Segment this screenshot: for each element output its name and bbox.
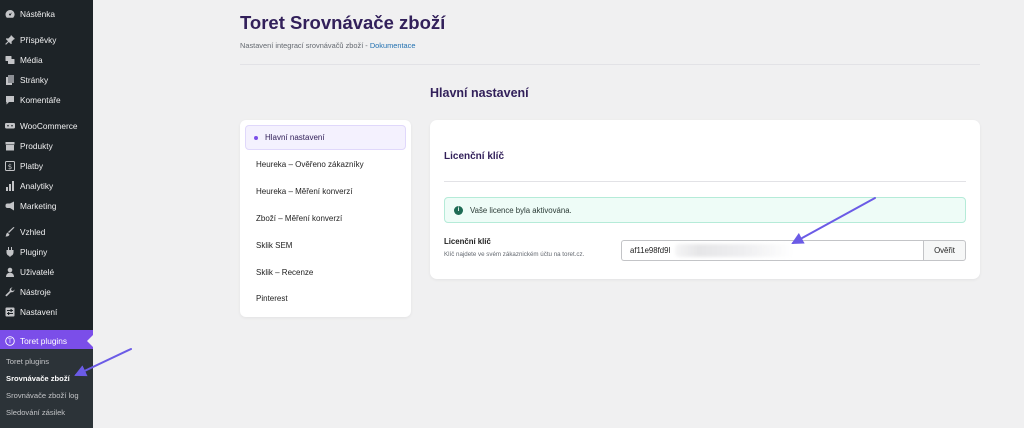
sidebar-item-toret-plugins[interactable]: T Toret plugins bbox=[0, 330, 93, 351]
submenu-item-toret-plugins[interactable]: Toret plugins bbox=[0, 353, 93, 370]
nav-item-label: Pinterest bbox=[256, 294, 288, 304]
nav-item-main-settings[interactable]: Hlavní nastavení bbox=[245, 125, 406, 150]
submenu-item-sledovani-zasilek[interactable]: Sledování zásilek bbox=[0, 404, 93, 421]
active-indicator bbox=[87, 334, 93, 347]
notice-text: Vaše licence byla aktivována. bbox=[470, 205, 572, 215]
sidebar-item-pages[interactable]: Stránky bbox=[0, 71, 93, 89]
dashboard-icon bbox=[5, 9, 15, 19]
submenu-item-srovnavace-log[interactable]: Srovnávače zboží log bbox=[0, 387, 93, 404]
sidebar-item-media[interactable]: Média bbox=[0, 51, 93, 69]
nav-item-sklik-recenze[interactable]: Sklik – Recenze bbox=[245, 259, 406, 286]
sidebar-item-tools[interactable]: Nástroje bbox=[0, 283, 93, 301]
active-dot-icon bbox=[254, 135, 258, 140]
info-icon: i bbox=[454, 205, 463, 215]
megaphone-icon bbox=[5, 201, 15, 211]
verify-button[interactable]: Ověřit bbox=[923, 240, 966, 261]
section-heading: Hlavní nastavení bbox=[430, 86, 529, 100]
nav-item-heureka-overeno[interactable]: Heureka – Ověřeno zákazníky bbox=[245, 152, 406, 179]
sidebar-item-label: Média bbox=[20, 55, 43, 65]
nav-item-label: Sklik – Recenze bbox=[256, 267, 314, 277]
license-card: Licenční klíč i Vaše licence byla aktivo… bbox=[430, 120, 980, 279]
license-activated-notice: i Vaše licence byla aktivována. bbox=[444, 197, 966, 223]
nav-item-label: Hlavní nastavení bbox=[265, 133, 325, 142]
sidebar-item-label: Platby bbox=[20, 161, 44, 171]
sidebar-item-label: Komentáře bbox=[20, 95, 61, 105]
documentation-link[interactable]: Dokumentace bbox=[370, 41, 416, 50]
svg-text:T: T bbox=[7, 338, 12, 345]
nav-item-label: Heureka – Měření konverzí bbox=[256, 187, 353, 197]
subtitle-text: Nastavení integrací srovnávačů zboží bbox=[240, 41, 364, 50]
chart-icon bbox=[5, 181, 15, 191]
sidebar-item-label: Uživatelé bbox=[20, 267, 55, 277]
sidebar-item-label: WooCommerce bbox=[20, 121, 78, 131]
nav-item-heureka-mereni[interactable]: Heureka – Měření konverzí bbox=[245, 178, 406, 205]
sidebar-item-marketing[interactable]: Marketing bbox=[0, 197, 93, 215]
toret-icon: T bbox=[5, 335, 15, 346]
nav-item-label: Zboží – Měření konverzí bbox=[256, 213, 343, 223]
sidebar-item-label: Vzhled bbox=[20, 227, 46, 237]
admin-sidebar: Nástěnka Příspěvky Média Stránky Komentá… bbox=[0, 0, 93, 428]
settings-nav: Hlavní nastavení Heureka – Ověřeno zákaz… bbox=[240, 120, 411, 317]
settings-icon bbox=[5, 307, 15, 317]
redacted-key-blur bbox=[675, 244, 793, 257]
sidebar-item-label: Příspěvky bbox=[20, 35, 57, 45]
card-title: Licenční klíč bbox=[444, 151, 505, 162]
sidebar-item-label: Nástěnka bbox=[20, 9, 56, 19]
sidebar-item-appearance[interactable]: Vzhled bbox=[0, 223, 93, 241]
submenu-item-srovnavace-zbozi[interactable]: Srovnávače zboží bbox=[0, 370, 93, 387]
sidebar-item-label: Marketing bbox=[20, 201, 57, 211]
nav-item-label: Heureka – Ověřeno zákazníky bbox=[256, 160, 364, 170]
sidebar-item-label: Nástroje bbox=[20, 287, 51, 297]
sidebar-item-label: Pluginy bbox=[20, 247, 48, 257]
license-field-help: Klíč najdete ve svém zákaznickém účtu na… bbox=[444, 251, 585, 258]
sidebar-item-label: Stránky bbox=[20, 75, 49, 85]
sidebar-item-woocommerce[interactable]: WooCommerce bbox=[0, 117, 93, 135]
page-icon bbox=[5, 75, 15, 85]
page-subtitle: Nastavení integrací srovnávačů zboží - D… bbox=[240, 41, 415, 50]
woo-icon bbox=[5, 121, 15, 131]
dollar-icon: $ bbox=[5, 161, 15, 171]
header-divider bbox=[240, 64, 980, 65]
sidebar-item-products[interactable]: Produkty bbox=[0, 137, 93, 155]
media-icon bbox=[5, 55, 15, 65]
card-divider bbox=[444, 181, 966, 182]
sidebar-item-label: Toret plugins bbox=[20, 335, 68, 346]
sidebar-item-settings[interactable]: Nastavení bbox=[0, 303, 93, 321]
user-icon bbox=[5, 267, 15, 277]
brush-icon bbox=[5, 227, 15, 237]
page-title: Toret Srovnávače zboží bbox=[240, 12, 446, 33]
sidebar-item-payments[interactable]: $ Platby bbox=[0, 157, 93, 175]
nav-item-zbozi-mereni[interactable]: Zboží – Měření konverzí bbox=[245, 205, 406, 232]
sidebar-item-posts[interactable]: Příspěvky bbox=[0, 31, 93, 49]
sidebar-item-plugins[interactable]: Pluginy bbox=[0, 243, 93, 261]
wrench-icon bbox=[5, 287, 15, 297]
comment-icon bbox=[5, 95, 15, 105]
license-field-label: Licenční klíč bbox=[444, 237, 491, 246]
sidebar-item-analytics[interactable]: Analytiky bbox=[0, 177, 93, 195]
nav-item-sklik-sem[interactable]: Sklik SEM bbox=[245, 232, 406, 259]
plug-icon bbox=[5, 247, 15, 257]
pin-icon bbox=[5, 35, 15, 45]
archive-icon bbox=[5, 141, 15, 151]
toret-submenu: Toret plugins Srovnávače zboží Srovnávač… bbox=[0, 349, 93, 428]
svg-text:$: $ bbox=[8, 163, 12, 171]
sidebar-item-label: Nastavení bbox=[20, 307, 58, 317]
nav-item-label: Sklik SEM bbox=[256, 240, 293, 250]
sidebar-item-label: Analytiky bbox=[20, 181, 54, 191]
subtitle-separator: - bbox=[363, 41, 370, 50]
sidebar-item-label: Produkty bbox=[20, 141, 53, 151]
sidebar-item-users[interactable]: Uživatelé bbox=[0, 263, 93, 281]
sidebar-item-dashboard[interactable]: Nástěnka bbox=[0, 5, 93, 23]
sidebar-item-comments[interactable]: Komentáře bbox=[0, 91, 93, 109]
nav-item-pinterest[interactable]: Pinterest bbox=[245, 285, 406, 312]
